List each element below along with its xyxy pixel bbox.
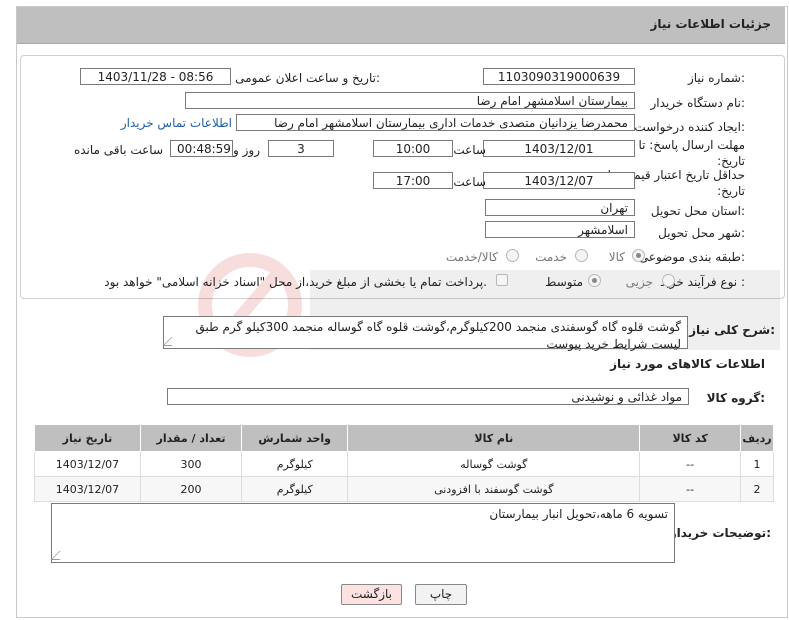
description-text: گوشت قلوه گاه گوسفندی منجمد 200کیلوگرم،گ… bbox=[195, 320, 681, 351]
deadline-time-label: ساعت bbox=[453, 143, 486, 157]
goods-group-field: مواد غذائی و نوشیدنی bbox=[167, 388, 689, 405]
col-header-qty: تعداد / مقدار bbox=[139, 424, 243, 452]
table-row: 1 -- گوشت گوساله کیلوگرم 300 1403/12/07 bbox=[34, 451, 774, 477]
cell-unit: کیلوگرم bbox=[241, 476, 349, 502]
cell-qty: 200 bbox=[139, 476, 243, 502]
deadline-date-field: 1403/12/01 bbox=[483, 140, 635, 157]
category-radio-goods-service[interactable] bbox=[506, 249, 519, 262]
cell-name: گوشت گوساله bbox=[347, 451, 641, 477]
title-bar: جزئیات اطلاعات نیاز bbox=[17, 7, 785, 44]
goods-group-label: گروه کالا: bbox=[706, 391, 765, 405]
col-header-name: نام کالا bbox=[347, 424, 641, 452]
cell-unit: کیلوگرم bbox=[241, 451, 349, 477]
buyer-notes-label: توضیحات خریدار: bbox=[669, 526, 771, 540]
process-option-minor: جزیی bbox=[625, 275, 653, 289]
buyer-contact-link[interactable]: اطلاعات تماس خریدار bbox=[121, 116, 232, 130]
description-label: شرح کلی نیاز: bbox=[689, 323, 775, 337]
cell-name: گوشت گوسفند با افزودنی bbox=[347, 476, 641, 502]
province-field: تهران bbox=[485, 199, 635, 216]
cell-code: -- bbox=[639, 451, 742, 477]
time-remaining-label: ساعت باقی مانده bbox=[73, 143, 163, 157]
category-option-service: خدمت bbox=[535, 250, 567, 264]
col-header-unit: واحد شمارش bbox=[241, 424, 349, 452]
resize-handle[interactable] bbox=[162, 337, 181, 346]
city-field: اسلامشهر bbox=[485, 221, 635, 238]
buyer-notes-textarea: تسویه 6 ماهه،تحویل انبار بیمارستان bbox=[50, 503, 675, 563]
goods-section-title: اطلاعات کالاهای مورد نیاز bbox=[610, 357, 765, 371]
announce-datetime-field: 1403/11/28 - 08:56 bbox=[80, 68, 231, 85]
description-textarea: گوشت قلوه گاه گوسفندی منجمد 200کیلوگرم،گ… bbox=[162, 316, 688, 351]
category-option-goods: کالا bbox=[608, 250, 625, 264]
validity-time-label: ساعت bbox=[453, 175, 486, 189]
goods-table-header: ردیف کد کالا نام کالا واحد شمارش تعداد /… bbox=[34, 424, 774, 452]
process-radio-minor[interactable] bbox=[662, 274, 675, 287]
col-header-code: کد کالا bbox=[639, 424, 742, 452]
treasury-payment-checkbox[interactable] bbox=[496, 274, 508, 286]
need-number-label: شماره نیاز: bbox=[687, 71, 745, 85]
province-label: استان محل تحویل: bbox=[650, 204, 745, 218]
deadline-label: مهلت ارسال پاسخ: تا تاریخ: bbox=[638, 138, 745, 168]
treasury-payment-note: پرداخت تمام یا بخشی از مبلغ خرید،از محل … bbox=[104, 275, 487, 289]
table-row: 2 -- گوشت گوسفند با افزودنی کیلوگرم 200 … bbox=[34, 476, 774, 502]
deadline-time-field: 10:00 bbox=[373, 140, 453, 157]
validity-time-field: 17:00 bbox=[373, 172, 453, 189]
need-number-field: 1103090319000639 bbox=[483, 68, 635, 85]
validity-date-field: 1403/12/07 bbox=[483, 172, 635, 189]
days-label: روز و bbox=[233, 143, 260, 157]
print-button[interactable]: چاپ bbox=[415, 584, 467, 605]
cell-qty: 300 bbox=[139, 451, 243, 477]
time-remaining-field: 00:48:59 bbox=[170, 140, 233, 157]
cell-code: -- bbox=[639, 476, 742, 502]
buyer-notes-text: تسویه 6 ماهه،تحویل انبار بیمارستان bbox=[489, 507, 668, 521]
cell-row: 2 bbox=[740, 476, 774, 502]
announce-label: تاریخ و ساعت اعلان عمومی: bbox=[235, 71, 380, 85]
cell-row: 1 bbox=[740, 451, 774, 477]
creator-field: محمدرضا یزدانیان متصدی خدمات اداری بیمار… bbox=[236, 114, 635, 131]
col-header-row: ردیف bbox=[740, 424, 774, 452]
buyer-label: نام دستگاه خریدار: bbox=[650, 96, 746, 110]
cell-date: 1403/12/07 bbox=[34, 451, 141, 477]
page-title: جزئیات اطلاعات نیاز bbox=[650, 17, 771, 31]
resize-handle[interactable] bbox=[50, 551, 69, 560]
category-label: طبقه بندی موضوعی: bbox=[638, 250, 745, 264]
process-radio-medium[interactable] bbox=[588, 274, 601, 287]
col-header-date: تاریخ نیاز bbox=[34, 424, 141, 452]
goods-table: ردیف کد کالا نام کالا واحد شمارش تعداد /… bbox=[34, 424, 774, 502]
category-radio-service[interactable] bbox=[575, 249, 588, 262]
creator-label: ایجاد کننده درخواست: bbox=[634, 120, 745, 134]
cell-date: 1403/12/07 bbox=[34, 476, 141, 502]
city-label: شهر محل تحویل: bbox=[658, 226, 745, 240]
days-remaining-field: 3 bbox=[268, 140, 334, 157]
category-radio-goods[interactable] bbox=[632, 249, 645, 262]
process-option-medium: متوسط bbox=[545, 275, 583, 289]
category-option-goods-service: کالا/خدمت bbox=[445, 250, 498, 264]
buyer-field: بیمارستان اسلامشهر امام رضا bbox=[185, 92, 635, 109]
back-button[interactable]: بازگشت bbox=[341, 584, 402, 605]
